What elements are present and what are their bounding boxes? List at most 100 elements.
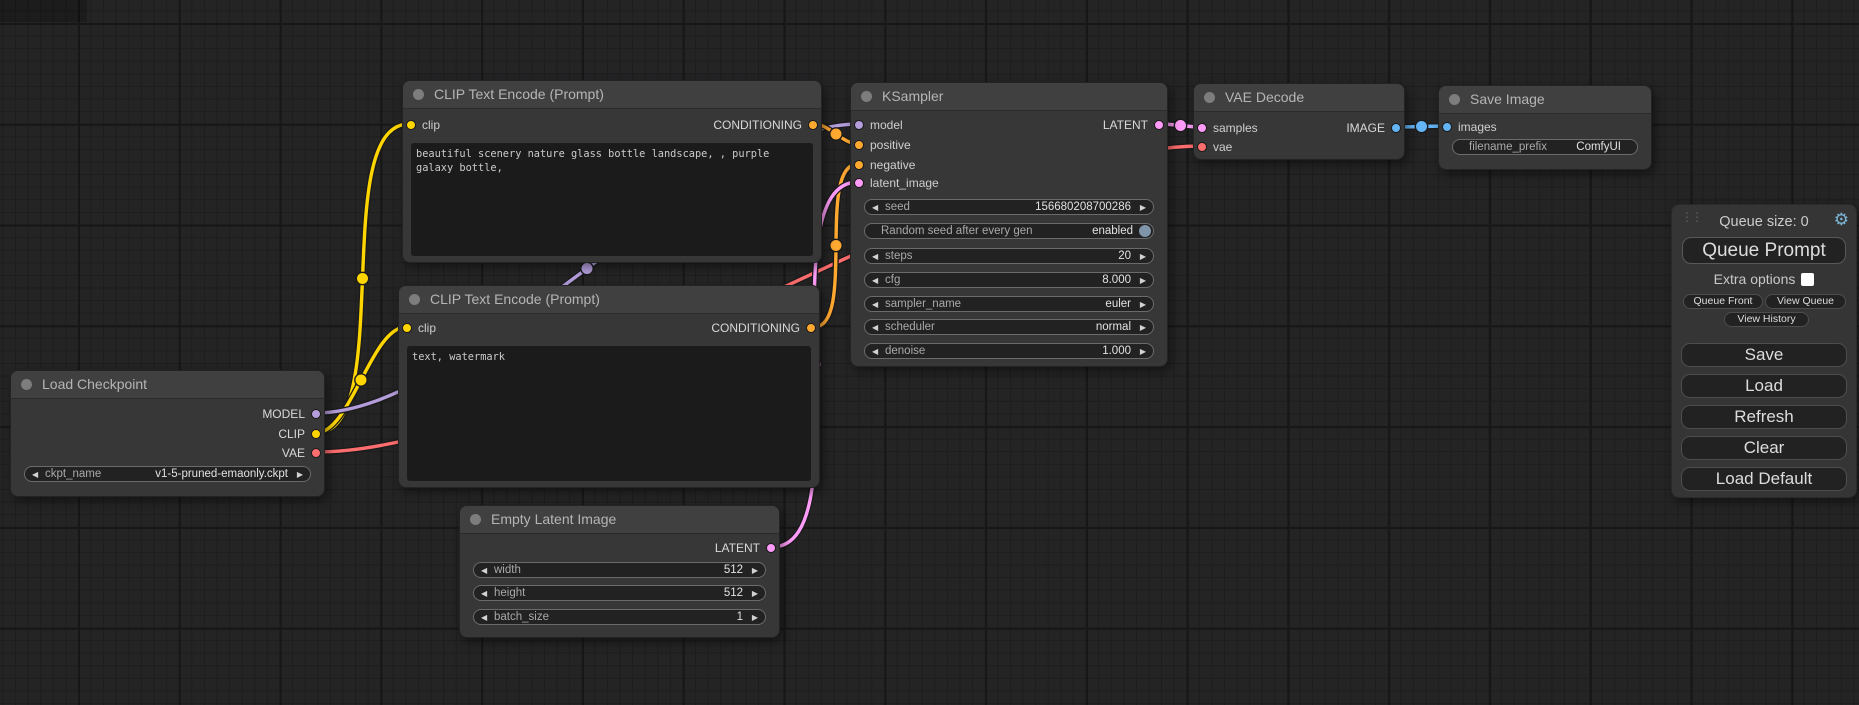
widget-scheduler[interactable]: ◀▶schedulernormal <box>864 319 1154 335</box>
link-midpoint-dot-image-to-save[interactable] <box>1415 120 1427 132</box>
input-port-model[interactable] <box>854 120 864 130</box>
increment-arrow-icon[interactable]: ▶ <box>1140 298 1146 311</box>
view-history-button[interactable]: View History <box>1724 312 1809 327</box>
widget-value: euler <box>1105 297 1131 311</box>
view-queue-button[interactable]: View Queue <box>1765 294 1846 309</box>
input-label-latent_image: latent_image <box>870 177 939 189</box>
output-port-MODEL[interactable] <box>311 409 321 419</box>
widget-height[interactable]: ◀▶height512 <box>473 585 766 601</box>
decrement-arrow-icon[interactable]: ◀ <box>872 345 878 358</box>
output-port-VAE[interactable] <box>311 448 321 458</box>
queue-panel: ⋮⋮ Queue size: 0 ⚙ Queue Prompt Extra op… <box>1671 204 1857 498</box>
node-title-vae-decode[interactable]: VAE Decode <box>1194 84 1404 112</box>
input-port-clip[interactable] <box>406 120 416 130</box>
node-vae-decode[interactable]: VAE DecodesamplesvaeIMAGE <box>1193 83 1405 160</box>
queue-front-button[interactable]: Queue Front <box>1683 294 1763 309</box>
decrement-arrow-icon[interactable]: ◀ <box>481 611 487 624</box>
settings-gear-icon[interactable]: ⚙ <box>1834 211 1849 228</box>
prompt-textarea[interactable]: beautiful scenery nature glass bottle la… <box>411 143 813 256</box>
collapse-dot-icon[interactable] <box>861 91 872 102</box>
link-midpoint-dot-negative-conditioning[interactable] <box>830 239 842 251</box>
increment-arrow-icon[interactable]: ▶ <box>1140 345 1146 358</box>
input-port-clip[interactable] <box>402 323 412 333</box>
output-port-LATENT[interactable] <box>766 543 776 553</box>
increment-arrow-icon[interactable]: ▶ <box>1140 201 1146 214</box>
decrement-arrow-icon[interactable]: ◀ <box>872 201 878 214</box>
widget-batch_size[interactable]: ◀▶batch_size1 <box>473 609 766 625</box>
widget-width[interactable]: ◀▶width512 <box>473 562 766 578</box>
collapse-dot-icon[interactable] <box>470 514 481 525</box>
output-port-CONDITIONING[interactable] <box>806 323 816 333</box>
output-port-IMAGE[interactable] <box>1391 123 1401 133</box>
widget-cfg[interactable]: ◀▶cfg8.000 <box>864 272 1154 288</box>
prompt-textarea[interactable]: text, watermark <box>407 346 811 481</box>
decrement-arrow-icon[interactable]: ◀ <box>872 321 878 334</box>
decrement-arrow-icon[interactable]: ◀ <box>872 250 878 263</box>
increment-arrow-icon[interactable]: ▶ <box>752 564 758 577</box>
collapse-dot-icon[interactable] <box>413 89 424 100</box>
widget-steps[interactable]: ◀▶steps20 <box>864 248 1154 264</box>
input-port-positive[interactable] <box>854 140 864 150</box>
node-load-checkpoint[interactable]: Load CheckpointMODELCLIPVAE◀▶ckpt_namev1… <box>10 370 325 497</box>
increment-arrow-icon[interactable]: ▶ <box>1140 274 1146 287</box>
input-port-negative[interactable] <box>854 160 864 170</box>
input-port-vae[interactable] <box>1197 142 1207 152</box>
node-title-load-checkpoint[interactable]: Load Checkpoint <box>11 371 324 399</box>
decrement-arrow-icon[interactable]: ◀ <box>481 587 487 600</box>
node-title-text: Save Image <box>1470 86 1545 113</box>
increment-arrow-icon[interactable]: ▶ <box>297 468 303 481</box>
link-midpoint-dot-model-to-ksampler[interactable] <box>581 262 593 274</box>
collapse-dot-icon[interactable] <box>409 294 420 305</box>
widget-sampler_name[interactable]: ◀▶sampler_nameeuler <box>864 296 1154 312</box>
widget-random-seed-after-every-gen[interactable]: Random seed after every genenabled <box>864 223 1154 239</box>
widget-denoise[interactable]: ◀▶denoise1.000 <box>864 343 1154 359</box>
node-clip-text-encode-negative[interactable]: CLIP Text Encode (Prompt)clipCONDITIONIN… <box>398 285 820 488</box>
link-midpoint-dot-clip-to-negative-encode[interactable] <box>355 374 367 386</box>
widget-ckpt_name[interactable]: ◀▶ckpt_namev1-5-pruned-emaonly.ckpt <box>24 466 311 482</box>
collapse-dot-icon[interactable] <box>21 379 32 390</box>
node-empty-latent-image[interactable]: Empty Latent ImageLATENT◀▶width512◀▶heig… <box>459 505 780 638</box>
output-port-CLIP[interactable] <box>311 429 321 439</box>
node-title-clip-text-encode-positive[interactable]: CLIP Text Encode (Prompt) <box>403 81 821 109</box>
graph-canvas[interactable]: ⋮⋮ Queue size: 0 ⚙ Queue Prompt Extra op… <box>0 0 1859 705</box>
increment-arrow-icon[interactable]: ▶ <box>1140 321 1146 334</box>
link-midpoint-dot-latent-to-decode[interactable] <box>1174 119 1186 131</box>
output-port-LATENT[interactable] <box>1154 120 1164 130</box>
clear-button[interactable]: Clear <box>1681 436 1847 460</box>
link-midpoint-dot-clip-to-positive-encode[interactable] <box>356 272 368 284</box>
widget-value: 20 <box>1118 249 1131 263</box>
node-clip-text-encode-positive[interactable]: CLIP Text Encode (Prompt)clipCONDITIONIN… <box>402 80 822 263</box>
refresh-button[interactable]: Refresh <box>1681 405 1847 429</box>
decrement-arrow-icon[interactable]: ◀ <box>872 274 878 287</box>
widget-seed[interactable]: ◀▶seed156680208700286 <box>864 199 1154 215</box>
decrement-arrow-icon[interactable]: ◀ <box>32 468 38 481</box>
node-ksampler[interactable]: KSamplermodelpositivenegativelatent_imag… <box>850 82 1168 367</box>
widget-value: 156680208700286 <box>1035 200 1131 214</box>
extra-options-checkbox[interactable] <box>1801 273 1814 286</box>
increment-arrow-icon[interactable]: ▶ <box>752 611 758 624</box>
queue-prompt-button[interactable]: Queue Prompt <box>1682 237 1846 264</box>
collapse-dot-icon[interactable] <box>1449 94 1460 105</box>
node-save-image[interactable]: Save Imageimagesfilename_prefixComfyUI <box>1438 85 1652 170</box>
decrement-arrow-icon[interactable]: ◀ <box>481 564 487 577</box>
input-port-samples[interactable] <box>1197 123 1207 133</box>
collapse-dot-icon[interactable] <box>1204 92 1215 103</box>
widget-label: Random seed after every gen <box>881 224 1033 238</box>
toggle-dot-icon[interactable] <box>1139 225 1151 237</box>
load-button[interactable]: Load <box>1681 374 1847 398</box>
save-button[interactable]: Save <box>1681 343 1847 367</box>
input-port-images[interactable] <box>1442 122 1452 132</box>
node-title-empty-latent-image[interactable]: Empty Latent Image <box>460 506 779 534</box>
decrement-arrow-icon[interactable]: ◀ <box>872 298 878 311</box>
node-title-save-image[interactable]: Save Image <box>1439 86 1651 114</box>
load-default-button[interactable]: Load Default <box>1681 467 1847 491</box>
output-port-CONDITIONING[interactable] <box>808 120 818 130</box>
increment-arrow-icon[interactable]: ▶ <box>1140 250 1146 263</box>
node-title-clip-text-encode-negative[interactable]: CLIP Text Encode (Prompt) <box>399 286 819 314</box>
increment-arrow-icon[interactable]: ▶ <box>752 587 758 600</box>
input-port-latent_image[interactable] <box>854 178 864 188</box>
node-title-ksampler[interactable]: KSampler <box>851 83 1167 111</box>
link-midpoint-dot-positive-conditioning[interactable] <box>830 128 842 140</box>
widget-value: 1.000 <box>1102 344 1131 358</box>
widget-filename_prefix[interactable]: filename_prefixComfyUI <box>1452 139 1638 155</box>
